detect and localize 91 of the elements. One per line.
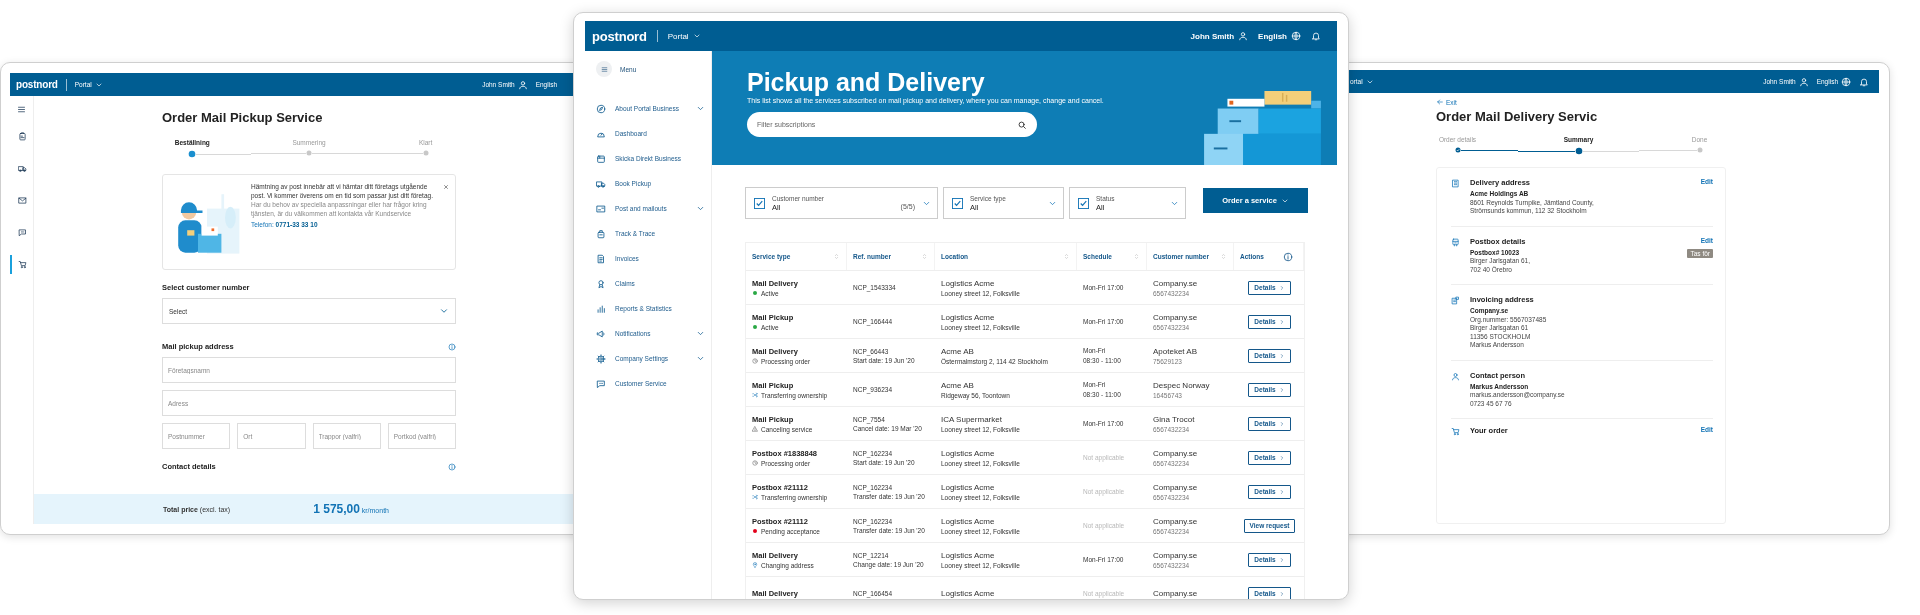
checkbox[interactable] [952,197,963,209]
logo[interactable]: postnord [16,79,58,90]
warning-icon [752,426,758,432]
customer-name: Company.se [1153,278,1199,288]
chevron-icon [1278,420,1285,427]
close-icon[interactable] [443,184,449,190]
location-name: Logistics Acme [941,516,996,526]
pin-icon [752,562,758,568]
info-icon[interactable] [1283,251,1293,262]
checkbox[interactable] [754,197,765,209]
chevron-icon [696,329,705,338]
chevron-icon [1278,284,1285,291]
chevron-icon [1278,590,1285,597]
megaphone-icon [596,328,606,339]
user-icon [517,79,528,90]
chevron-icon [1278,556,1285,563]
menu-icon [600,65,608,73]
location-name: Logistics Acme [941,448,996,458]
chevron-icon [696,354,705,363]
customer-name: Company.se [1153,312,1199,322]
page-title: Pickup and Delivery [747,68,986,96]
customer-name: Company.se [1153,589,1199,598]
user-icon [1238,31,1249,41]
language-menu[interactable]: English [1258,31,1301,41]
building-icon [1451,179,1460,188]
customer-name: Company.se [1153,550,1199,560]
shuffle-icon [752,392,758,398]
postbox-icon [1451,237,1460,247]
globe-icon [1291,31,1301,41]
chevron-icon [696,104,705,113]
logo[interactable]: postnord [592,28,647,44]
search-icon[interactable] [1017,119,1027,130]
bell-icon[interactable] [1859,76,1869,87]
compass-icon [596,103,606,114]
location-name: Logistics Acme [941,278,996,288]
chevron-icon [1278,454,1285,461]
chevron-icon [1278,318,1285,325]
chevron-icon [1278,488,1285,495]
chat-icon [18,228,27,237]
gear-icon [596,353,606,364]
globe-icon [1841,76,1851,87]
portal-dropdown[interactable]: Portal [667,31,701,41]
location-name: ICA Supermarket [941,414,1003,424]
cart-icon [1451,427,1460,436]
bar-chart-icon [596,303,606,314]
bell-icon[interactable] [1311,31,1321,41]
status-dot [753,325,757,329]
envelope-icon [18,196,27,205]
clipboard-icon [18,132,27,141]
location-name: Logistics Acme [941,550,996,560]
truck-icon [596,178,606,189]
user-icon [1451,371,1460,381]
chevron-icon [1278,386,1285,393]
arrow-left-icon [1436,98,1444,106]
location-name: Logistics Acme [941,312,996,322]
status-dot [753,529,757,533]
chevron-icon [439,306,449,316]
cart-icon [18,260,27,269]
package-icon [596,153,606,164]
customer-name: Company.se [1153,516,1199,526]
document-icon [596,253,606,264]
checkbox[interactable] [1078,197,1089,209]
customer-name: Company.se [1153,482,1199,492]
chevron-icon [1278,352,1285,359]
card-icon [596,203,606,214]
clock-icon [752,460,758,466]
customer-name: Gina Trocot [1153,414,1196,424]
clock-icon [752,358,758,364]
info-icon[interactable] [448,462,456,471]
customer-name: Despec Norway [1153,380,1211,390]
user-menu[interactable]: John Smith [1190,31,1249,41]
customer-name: Company.se [1153,448,1199,458]
page-title: Order Mail Delivery Servic [1436,109,1599,124]
status-dot [753,291,757,295]
menu-icon[interactable] [17,105,26,114]
chevron-icon [692,32,701,40]
shuffle-icon [752,494,758,500]
chat-icon [596,378,606,389]
invoice-icon [1451,296,1460,305]
location-name: Logistics Acme [941,482,996,492]
user-icon [1798,76,1809,87]
award-icon [596,278,606,289]
location-name: Logistics Acme [941,589,996,598]
customer-name: Apoteket AB [1153,346,1199,356]
info-icon[interactable] [448,342,456,351]
bag-icon [596,228,606,239]
location-name: Acme AB [941,380,975,390]
location-name: Acme AB [941,346,975,356]
chevron-icon [696,204,705,213]
page-title: Order Mail Pickup Service [162,110,324,125]
truck-icon [18,164,27,173]
